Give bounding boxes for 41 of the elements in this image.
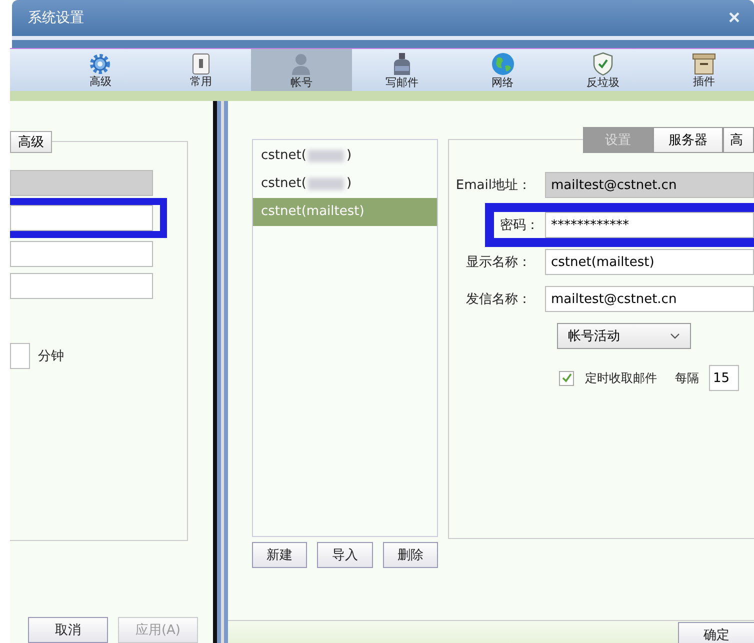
tab[interactable]: 高 [723, 127, 754, 153]
interval-field[interactable]: 15 [709, 365, 739, 391]
toolbar-button[interactable]: 帐号 [251, 49, 352, 91]
tab[interactable]: 服务器 [653, 127, 723, 153]
input-field[interactable] [10, 343, 30, 369]
unit-label: 分钟 [38, 348, 64, 365]
input-field[interactable]: ************ [545, 212, 754, 238]
interval-label: 每隔 [675, 370, 699, 386]
box-icon [692, 52, 716, 74]
input-field[interactable] [10, 273, 153, 299]
field-label: Email地址： [454, 177, 532, 194]
toolbar-button[interactable]: 反垃圾 [552, 49, 654, 91]
input-field[interactable]: mailtest@cstnet.cn [545, 286, 754, 312]
checkbox-label: 定时收取邮件 [585, 370, 657, 386]
gear-icon [89, 52, 112, 74]
input-field[interactable] [10, 205, 153, 231]
account-button[interactable]: 删除 [382, 542, 438, 568]
toolbar-button[interactable]: 常用 [150, 49, 252, 91]
toolbar-button[interactable]: 网络 [452, 49, 553, 91]
ok-button[interactable]: 确定 [678, 622, 754, 643]
dialog-button[interactable]: 取消 [28, 617, 108, 643]
account-button[interactable]: 新建 [252, 542, 308, 568]
toolbar-button[interactable]: 高级 [50, 49, 151, 91]
input-field[interactable] [10, 241, 153, 267]
chevron-down-icon [670, 333, 680, 339]
input-field[interactable]: cstnet(mailtest) [545, 249, 754, 275]
account-item[interactable]: cstnet( ) [253, 170, 437, 198]
checkbox[interactable] [559, 370, 574, 386]
status-dropdown[interactable]: 帐号活动 [557, 323, 691, 349]
field-label: 发信名称： [465, 291, 532, 308]
window-title: 系统设置 [28, 9, 84, 27]
toolbar-button[interactable]: 写邮件 [352, 49, 452, 91]
field-label: 显示名称： [465, 254, 532, 271]
globe-icon [490, 52, 515, 76]
tab[interactable]: 高级 [10, 131, 52, 153]
shield-check-icon [592, 52, 614, 76]
account-button[interactable]: 导入 [317, 542, 373, 568]
field-label: 密码： [499, 217, 540, 234]
account-item[interactable]: cstnet( ) [253, 142, 437, 170]
toolbar-button[interactable]: 插件 [653, 49, 754, 91]
device-icon [190, 52, 211, 74]
